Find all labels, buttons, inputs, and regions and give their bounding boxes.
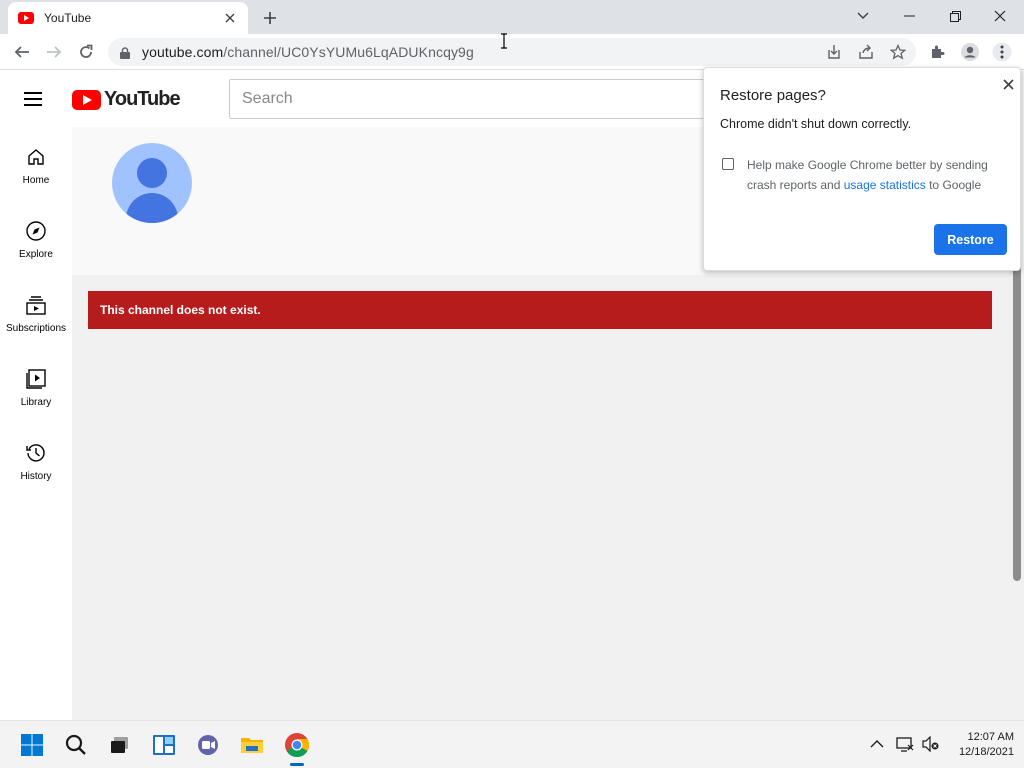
crash-report-text-end: to Google — [925, 178, 982, 192]
minimize-button[interactable] — [889, 4, 929, 28]
sidebar-item-library[interactable]: Library — [0, 349, 72, 423]
sidebar-item-label: History — [20, 471, 52, 482]
forward-button[interactable] — [42, 40, 66, 64]
avatar-head — [137, 158, 167, 188]
new-tab-button[interactable] — [260, 8, 280, 28]
browser-tab[interactable]: YouTube — [8, 2, 248, 34]
usage-statistics-link[interactable]: usage statistics — [844, 178, 926, 192]
sidebar-item-label: Subscriptions — [5, 323, 67, 334]
subscriptions-icon — [24, 293, 48, 317]
crash-report-label: Help make Google Chrome better by sendin… — [747, 155, 1007, 195]
youtube-sidebar: Home Explore Subscriptions Library Histo… — [0, 127, 72, 720]
sidebar-item-history[interactable]: History — [0, 423, 72, 497]
reload-button[interactable] — [74, 40, 98, 64]
sidebar-item-label: Home — [22, 175, 50, 186]
restore-pages-dialog: Restore pages? Chrome didn't shut down c… — [703, 67, 1021, 271]
tab-search-icon[interactable] — [843, 4, 883, 28]
dialog-message: Chrome didn't shut down correctly. — [720, 117, 912, 131]
tab-title: YouTube — [44, 11, 92, 25]
avatar-body — [126, 193, 178, 223]
start-icon[interactable] — [16, 729, 48, 761]
address-bar[interactable]: youtube.com/channel/UC0YsYUMu6LqADUKncqy… — [108, 38, 916, 66]
widgets-icon[interactable] — [148, 729, 180, 761]
url-text[interactable]: youtube.com/channel/UC0YsYUMu6LqADUKncqy… — [142, 44, 474, 60]
channel-avatar — [112, 143, 192, 223]
sidebar-item-explore[interactable]: Explore — [0, 201, 72, 275]
task-view-icon[interactable] — [104, 729, 136, 761]
youtube-play-icon — [72, 89, 101, 110]
browser-toolbar: youtube.com/channel/UC0YsYUMu6LqADUKncqy… — [0, 34, 1024, 70]
clock-date: 12/18/2021 — [958, 746, 1014, 758]
windows-taskbar: 12:07 AM 12/18/2021 — [0, 720, 1024, 768]
volume-muted-icon[interactable] — [920, 733, 942, 755]
teams-chat-icon[interactable] — [192, 729, 224, 761]
dialog-title: Restore pages? — [720, 87, 826, 104]
install-app-icon[interactable] — [824, 42, 844, 62]
network-icon[interactable] — [894, 733, 916, 755]
compass-icon — [24, 219, 48, 243]
sidebar-item-label: Library — [20, 397, 52, 408]
restore-window-button[interactable] — [935, 4, 975, 28]
restore-button[interactable]: Restore — [934, 224, 1007, 255]
tab-strip: YouTube — [0, 0, 1024, 34]
error-message: This channel does not exist. — [88, 291, 992, 329]
youtube-favicon-icon — [18, 12, 34, 24]
search-input[interactable]: Search — [229, 79, 709, 119]
lock-icon[interactable] — [120, 46, 130, 64]
url-host: youtube.com — [142, 44, 224, 60]
back-button[interactable] — [10, 40, 34, 64]
taskbar-clock[interactable]: 12:07 AM 12/18/2021 — [946, 730, 1014, 760]
crash-report-checkbox[interactable] — [722, 158, 734, 170]
sidebar-item-subscriptions[interactable]: Subscriptions — [0, 275, 72, 349]
youtube-logo-text: YouTube — [104, 88, 181, 110]
library-icon — [24, 367, 48, 391]
extensions-icon[interactable] — [926, 40, 950, 64]
sidebar-item-label: Explore — [19, 249, 53, 260]
search-placeholder: Search — [242, 90, 293, 107]
history-icon — [24, 441, 48, 465]
youtube-logo[interactable]: YouTube — [72, 88, 181, 111]
show-hidden-icons-chevron-icon[interactable] — [866, 733, 888, 755]
active-app-indicator — [290, 763, 304, 766]
chrome-menu-icon[interactable] — [990, 40, 1014, 64]
close-window-button[interactable] — [980, 4, 1020, 28]
home-icon — [24, 145, 48, 169]
clock-time: 12:07 AM — [967, 731, 1014, 743]
tab-close-icon[interactable] — [222, 10, 238, 26]
hamburger-menu-icon[interactable] — [24, 87, 48, 111]
search-icon[interactable] — [60, 729, 92, 761]
share-icon[interactable] — [856, 42, 876, 62]
chrome-icon[interactable] — [281, 729, 313, 761]
bookmark-star-icon[interactable] — [888, 42, 908, 62]
dialog-close-icon[interactable] — [1000, 76, 1016, 92]
text-cursor-icon — [501, 33, 507, 49]
sidebar-item-home[interactable]: Home — [0, 127, 72, 201]
file-explorer-icon[interactable] — [236, 729, 268, 761]
url-path: /channel/UC0YsYUMu6LqADUKncqy9g — [223, 44, 474, 60]
profile-icon[interactable] — [958, 40, 982, 64]
